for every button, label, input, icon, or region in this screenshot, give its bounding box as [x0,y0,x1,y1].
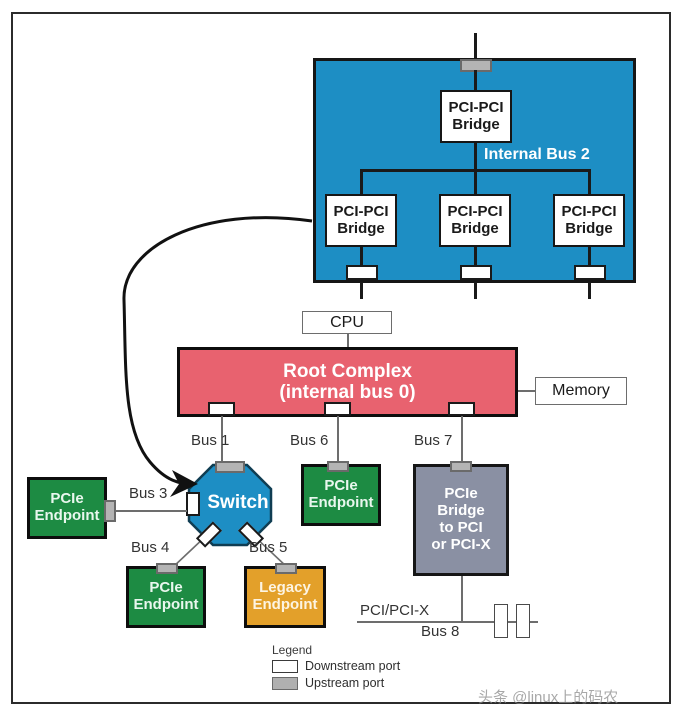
diagram-canvas: PCI-PCI Bridge Internal Bus 2 PCI-PCI Br… [0,0,683,724]
bus4-label: Bus 4 [131,539,170,556]
wire-root-to-memory [518,390,535,392]
root-complex-line1: Root Complex [283,360,412,382]
downstream-port-2 [460,265,492,280]
wire-internalbus-drop-1 [360,169,363,195]
upstream-port-endpoint-bus5 [275,563,297,574]
legend-label-downstream: Downstream port [305,659,401,673]
pcie-endpoint-bus6[interactable]: PCIe Endpoint [301,464,381,526]
legend-item-upstream: Upstream port [272,676,452,690]
stub-wire-1 [360,282,363,299]
wire-bus6 [337,416,339,464]
upstream-port-endpoint-bus4 [156,563,178,574]
upstream-port-pcie-bridge [450,461,472,472]
endpoint-label-line1: PCIe [324,477,358,495]
cpu-label: CPU [330,313,364,331]
bus1-label: Bus 1 [191,432,230,449]
downstream-port-1 [346,265,378,280]
legacy-label-line2: Endpoint [252,596,318,613]
downstream-port-swatch-icon [272,659,298,673]
internal-bus-2-label: Internal Bus 2 [484,146,590,163]
switch-label-text: Switch [207,492,269,513]
upstream-port-switch-node [215,461,245,473]
pcie-bridge-to-pci-box[interactable]: PCIe Bridge to PCI or PCI-X [413,464,509,576]
pci-pci-bridge-downstream-2[interactable]: PCI-PCI Bridge [439,194,511,247]
pci-pcix-label: PCI/PCI-X [360,602,430,619]
wire-bus3 [115,510,187,512]
legend-label-upstream: Upstream port [305,676,385,690]
endpoint-label-line2: Endpoint [308,494,374,511]
downstream-port-bus3 [186,492,200,516]
bus8-label: Bus 8 [421,623,460,640]
pcie-bridge-line3: to PCI [439,519,483,536]
legend-item-downstream: Downstream port [272,659,452,673]
bus5-label: Bus 5 [249,539,288,556]
bridge-label-line2: Bridge [452,115,500,133]
pci-pcix-bus-line-mid [508,621,516,623]
upstream-port-swatch-icon [272,676,298,690]
bridge-label-line2: Bridge [565,219,613,237]
bus7-label: Bus 7 [414,432,453,449]
endpoint-label-line2: Endpoint [133,596,199,613]
endpoint-label-line2: Endpoint [34,507,100,524]
upstream-port-endpoint-bus6 [327,461,349,472]
pci-pci-bridge-downstream-3[interactable]: PCI-PCI Bridge [553,194,625,247]
pcie-bridge-line2: Bridge [437,502,485,520]
legend-title: Legend [272,643,313,657]
legacy-label-line1: Legacy [259,579,311,597]
bus6-label: Bus 6 [290,432,329,449]
bridge-label-line1: PCI-PCI [333,202,389,220]
bridge-label-line2: Bridge [451,219,499,237]
bridge-label-line1: PCI-PCI [448,98,504,116]
bridge-label-line1: PCI-PCI [561,202,617,220]
downstream-port-bus7 [448,402,475,416]
wire-internalbus-drop-3 [588,169,591,195]
downstream-port-bus1 [208,402,235,416]
wire-upstream-to-bridge [474,70,477,92]
wire-internalbus-drop-2 [474,169,477,195]
wire-cpu-to-root [347,334,349,347]
legacy-endpoint-bus5[interactable]: Legacy Endpoint [244,566,326,628]
endpoint-label-line1: PCIe [149,579,183,597]
pci-pcix-bus-line-right [530,621,538,623]
root-complex-line2: (internal bus 0) [279,382,416,403]
stub-wire-2 [474,282,477,299]
wire-bus7 [461,416,463,464]
memory-label: Memory [552,382,610,400]
endpoint-label-line1: PCIe [50,490,84,508]
downstream-port-3 [574,265,606,280]
pcie-bridge-line1: PCIe [444,485,478,503]
pci-pci-bridge-downstream-1[interactable]: PCI-PCI Bridge [325,194,397,247]
pci-pci-bridge-upstream[interactable]: PCI-PCI Bridge [440,90,512,143]
legend: Legend Downstream port Upstream port [272,643,452,693]
pcie-endpoint-bus4[interactable]: PCIe Endpoint [126,566,206,628]
pcie-bridge-line4: or PCI-X [431,535,491,553]
memory-box[interactable]: Memory [535,377,627,405]
pci-slot-2[interactable] [516,604,530,638]
cpu-box[interactable]: CPU [302,311,392,334]
pcie-endpoint-bus3[interactable]: PCIe Endpoint [27,477,107,539]
pci-slot-1[interactable] [494,604,508,638]
bridge-label-line1: PCI-PCI [447,202,503,220]
stub-wire-3 [588,282,591,299]
bus3-label: Bus 3 [129,485,168,502]
wire-bridge-to-pcibus [461,576,463,622]
downstream-port-bus6 [324,402,351,416]
bridge-label-line2: Bridge [337,219,385,237]
watermark: 头条 @linux上的码农 [478,689,619,706]
wire-bridge-to-internal-bus [474,143,477,171]
switch-label: Switch [196,492,280,514]
